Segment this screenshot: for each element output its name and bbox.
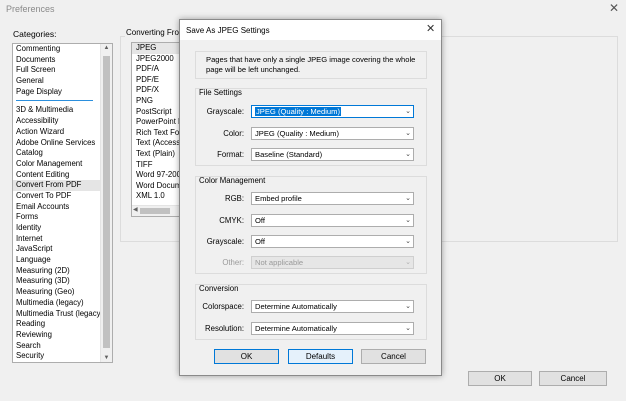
cm-grayscale-value: Off <box>255 237 265 246</box>
category-item[interactable]: Identity <box>13 223 101 234</box>
chevron-down-icon: ⌄ <box>405 238 411 245</box>
resolution-label: Resolution: <box>204 324 244 333</box>
defaults-button[interactable]: Defaults <box>288 349 353 364</box>
chevron-down-icon: ⌄ <box>405 259 411 266</box>
category-item[interactable]: Measuring (2D) <box>13 266 101 277</box>
category-item[interactable]: Measuring (Geo) <box>13 287 101 298</box>
dialog-ok-button[interactable]: OK <box>214 349 279 364</box>
close-icon[interactable]: ✕ <box>606 1 622 15</box>
colorspace-value: Determine Automatically <box>255 302 337 311</box>
format-select[interactable]: Baseline (Standard) ⌄ <box>251 148 414 161</box>
scroll-left-icon[interactable]: ◀ <box>133 206 138 213</box>
grayscale-compression-value: JPEG (Quality : Medium) <box>255 107 341 116</box>
resolution-value: Determine Automatically <box>255 324 337 333</box>
category-item[interactable]: Full Screen <box>13 65 101 76</box>
category-item[interactable]: JavaScript <box>13 244 101 255</box>
close-icon[interactable]: ✕ <box>426 22 435 35</box>
other-value: Not applicable <box>255 258 304 267</box>
color-compression-value: JPEG (Quality : Medium) <box>255 129 339 138</box>
scroll-thumb[interactable] <box>103 56 110 348</box>
dialog-title: Save As JPEG Settings <box>186 26 270 35</box>
cm-grayscale-label: Grayscale: <box>206 237 244 246</box>
colorspace-select[interactable]: Determine Automatically ⌄ <box>251 300 414 313</box>
category-item[interactable]: Language <box>13 255 101 266</box>
category-item[interactable]: Action Wizard <box>13 127 101 138</box>
chevron-down-icon: ⌄ <box>405 108 411 115</box>
chevron-down-icon: ⌄ <box>405 303 411 310</box>
category-item[interactable]: Multimedia (legacy) <box>13 298 101 309</box>
category-item[interactable]: Adobe Online Services <box>13 138 101 149</box>
category-item[interactable]: Reviewing <box>13 330 101 341</box>
color-management-title: Color Management <box>199 176 266 185</box>
category-item[interactable]: Commenting <box>13 44 101 55</box>
rgb-value: Embed profile <box>255 194 302 203</box>
category-item[interactable]: Page Display <box>13 87 101 98</box>
rgb-select[interactable]: Embed profile ⌄ <box>251 192 414 205</box>
chevron-down-icon: ⌄ <box>405 151 411 158</box>
category-item[interactable]: Accessibility <box>13 116 101 127</box>
category-item[interactable]: Email Accounts <box>13 202 101 213</box>
format-value: Baseline (Standard) <box>255 150 323 159</box>
category-item[interactable]: Internet <box>13 234 101 245</box>
conversion-title: Conversion <box>199 284 239 293</box>
resolution-select[interactable]: Determine Automatically ⌄ <box>251 322 414 335</box>
cm-grayscale-select[interactable]: Off ⌄ <box>251 235 414 248</box>
category-item[interactable]: Convert To PDF <box>13 191 101 202</box>
dialog-cancel-button[interactable]: Cancel <box>361 349 426 364</box>
category-item[interactable]: Convert From PDF <box>13 180 101 191</box>
category-item[interactable]: Documents <box>13 55 101 66</box>
cmyk-value: Off <box>255 216 265 225</box>
cancel-button[interactable]: Cancel <box>539 371 607 386</box>
category-item[interactable]: Search <box>13 341 101 352</box>
cmyk-label: CMYK: <box>219 216 244 225</box>
scroll-up-icon[interactable]: ▲ <box>101 45 112 51</box>
category-item[interactable]: Forms <box>13 212 101 223</box>
chevron-down-icon: ⌄ <box>405 130 411 137</box>
category-items: Commenting Documents Full Screen General Pag… <box>13 44 103 362</box>
category-item[interactable]: Measuring (3D) <box>13 276 101 287</box>
rgb-label: RGB: <box>224 194 244 203</box>
category-separator <box>13 97 101 105</box>
other-select: Not applicable ⌄ <box>251 256 414 269</box>
categories-list[interactable]: Commenting Documents Full Screen General Pag… <box>12 43 113 363</box>
scroll-thumb[interactable] <box>140 208 170 214</box>
other-label: Other: <box>222 258 244 267</box>
categories-label: Categories: <box>13 29 57 39</box>
chevron-down-icon: ⌄ <box>405 325 411 332</box>
cmyk-select[interactable]: Off ⌄ <box>251 214 414 227</box>
category-item[interactable]: 3D & Multimedia <box>13 105 101 116</box>
ok-button[interactable]: OK <box>468 371 532 386</box>
color-label: Color: <box>223 129 244 138</box>
chevron-down-icon: ⌄ <box>405 195 411 202</box>
info-text: Pages that have only a single JPEG image… <box>206 55 416 74</box>
chevron-down-icon: ⌄ <box>405 217 411 224</box>
format-label: Format: <box>217 150 244 159</box>
window-title: Preferences <box>6 4 55 14</box>
category-item[interactable]: Reading <box>13 319 101 330</box>
category-item[interactable]: General <box>13 76 101 87</box>
color-compression-select[interactable]: JPEG (Quality : Medium) ⌄ <box>251 127 414 140</box>
category-item[interactable]: Security <box>13 351 101 362</box>
category-item[interactable]: Catalog <box>13 148 101 159</box>
grayscale-compression-select[interactable]: JPEG (Quality : Medium) ⌄ <box>251 105 414 118</box>
scroll-down-icon[interactable]: ▼ <box>101 355 112 361</box>
colorspace-label: Colorspace: <box>202 302 244 311</box>
category-item[interactable]: Color Management <box>13 159 101 170</box>
file-settings-title: File Settings <box>199 88 242 97</box>
grayscale-label: Grayscale: <box>206 107 244 116</box>
category-item[interactable]: Multimedia Trust (legacy) <box>13 309 103 320</box>
categories-scrollbar[interactable]: ▲ ▼ <box>100 44 112 362</box>
category-item[interactable]: Content Editing <box>13 170 101 181</box>
